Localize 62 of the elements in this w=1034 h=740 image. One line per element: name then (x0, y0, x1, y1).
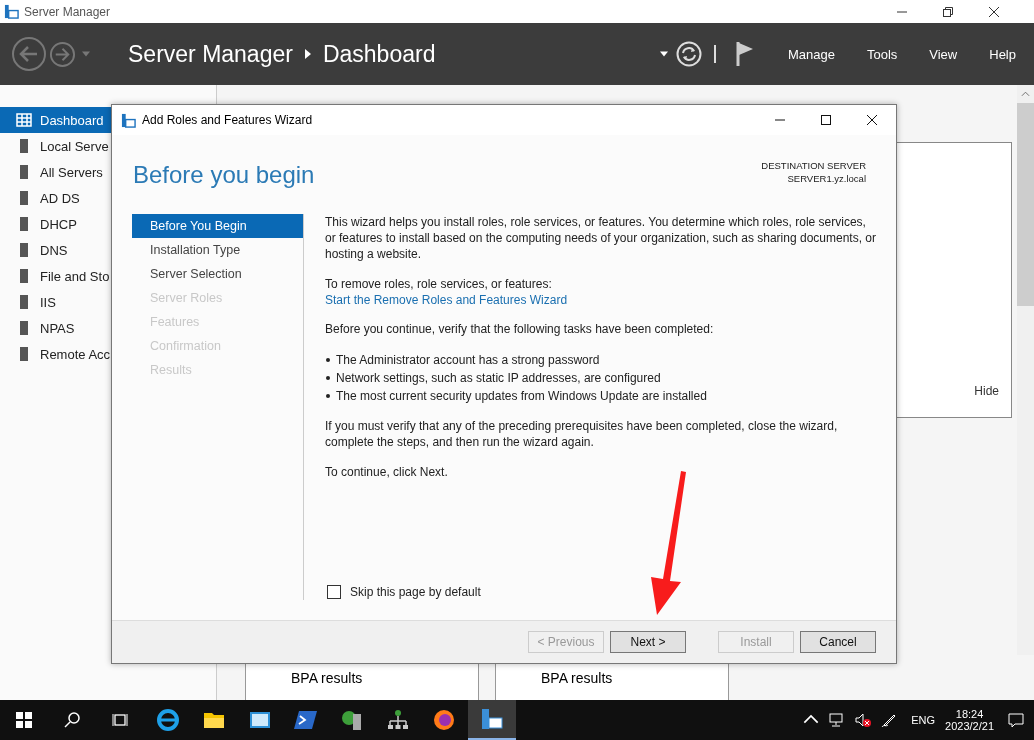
checkbox[interactable] (327, 585, 341, 599)
paragraph: This wizard helps you install roles, role services, or features. You determine which roles, role services, or features to install based on the computing needs of your organization, such as sharing documents, or hosting a website. (325, 214, 876, 262)
wizard-step[interactable]: Before You Begin (132, 214, 303, 238)
grid-icon (16, 112, 32, 128)
flag-icon[interactable] (735, 41, 754, 67)
paragraph: To remove roles, role services, or features: (325, 276, 553, 292)
app-icon (4, 4, 19, 19)
browser-icon[interactable] (156, 708, 180, 732)
breadcrumb-arrow-icon (304, 49, 311, 59)
maximize-icon[interactable] (820, 114, 832, 126)
pen-icon[interactable] (881, 712, 898, 728)
clock-date: 2023/2/21 (945, 720, 994, 732)
refresh-icon[interactable] (675, 41, 702, 67)
wizard-step[interactable]: Installation Type (132, 238, 303, 262)
bullet-dot-icon (326, 358, 330, 362)
wizard-button[interactable]: Cancel (800, 631, 876, 653)
network-tree-icon[interactable] (386, 708, 410, 732)
language-indicator[interactable]: ENG (911, 714, 936, 726)
wizard-button[interactable]: Next > (610, 631, 686, 653)
menu-item[interactable]: Manage (773, 40, 849, 68)
menu-item[interactable]: View (915, 40, 972, 68)
close-icon[interactable] (988, 5, 1000, 18)
search-icon[interactable] (64, 712, 80, 728)
bullet-item: Network settings, such as static IP addresses, are configured (336, 370, 661, 387)
window-title: Server Manager (24, 4, 111, 19)
network-icon[interactable] (829, 712, 846, 728)
paragraph: Before you continue, verify that the following tasks have been completed: (325, 321, 715, 337)
sidebar-item[interactable]: Local Serve (0, 133, 216, 159)
restore-icon[interactable] (942, 5, 954, 18)
close-icon[interactable] (866, 114, 878, 126)
hide-link[interactable]: Hide (974, 384, 999, 398)
menu-item[interactable]: Tools (852, 40, 912, 68)
paragraph: If you must verify that any of the preceding prerequisites have been completed, close the wizard, complete the steps, and then run the wizard again. (325, 418, 839, 450)
windows-icon[interactable] (16, 712, 32, 728)
notification-icon[interactable] (1008, 712, 1024, 728)
forward-icon[interactable] (49, 40, 76, 68)
menu-item[interactable]: Help (975, 40, 1030, 68)
bullet-dot-icon (326, 376, 330, 380)
remove-wizard-link[interactable]: Start the Remove Roles and Features Wizard (325, 293, 568, 307)
speaker-muted-icon[interactable] (855, 712, 872, 728)
clock-time: 18:24 (955, 708, 984, 720)
destination-label: DESTINATION SERVER (761, 159, 866, 172)
tile-title: BPA results (541, 670, 613, 686)
back-icon[interactable] (11, 36, 47, 72)
terminal-icon[interactable] (294, 708, 318, 732)
scrollbar-thumb[interactable] (1017, 103, 1034, 306)
wizard-step[interactable]: Server Selection (132, 262, 303, 286)
task-view-icon[interactable] (112, 712, 128, 728)
server-manager-icon[interactable] (480, 707, 504, 731)
destination-server: SERVER1.yz.local (787, 172, 866, 185)
paragraph: To continue, click Next. (325, 464, 449, 480)
clock[interactable]: 18:24 2023/2/21 (945, 708, 994, 732)
bullet-item: The most current security updates from Windows Update are installed (336, 388, 707, 405)
bullet-dot-icon (326, 394, 330, 398)
checkbox-label: Skip this page by default (350, 585, 481, 599)
bullet-item: The Administrator account has a strong password (336, 352, 600, 369)
breadcrumb-item: Dashboard (322, 40, 436, 68)
dropdown-icon[interactable] (659, 51, 668, 57)
page-heading: Before you begin (133, 161, 315, 190)
wizard-icon (121, 112, 136, 128)
tile-title: BPA results (291, 670, 363, 686)
breadcrumb-item: Server Manager (128, 40, 293, 68)
